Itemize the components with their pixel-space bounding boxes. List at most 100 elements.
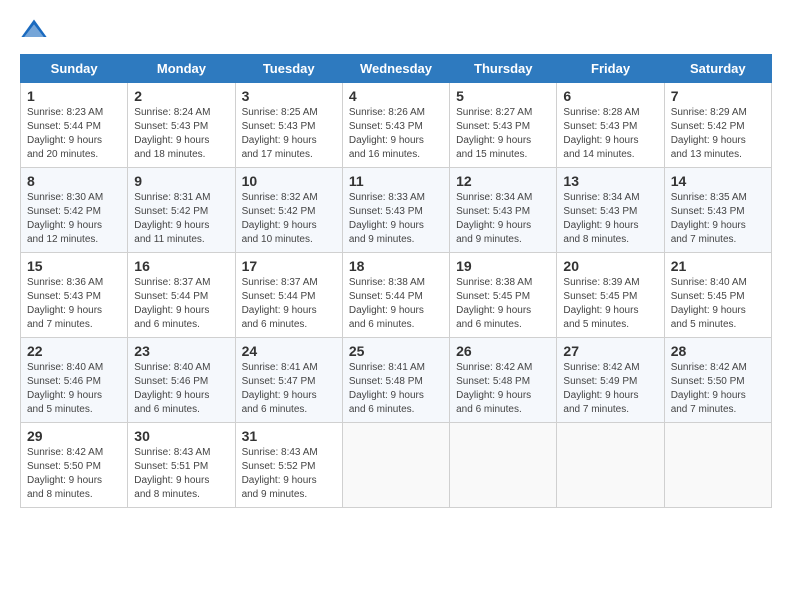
day-number: 11 bbox=[349, 173, 443, 189]
day-number: 5 bbox=[456, 88, 550, 104]
day-number: 9 bbox=[134, 173, 228, 189]
weekday-header-cell: Saturday bbox=[664, 55, 771, 83]
calendar-day-cell: 23 Sunrise: 8:40 AM Sunset: 5:46 PM Dayl… bbox=[128, 338, 235, 423]
calendar-table: SundayMondayTuesdayWednesdayThursdayFrid… bbox=[20, 54, 772, 508]
calendar-day-cell bbox=[557, 423, 664, 508]
day-info: Sunrise: 8:36 AM Sunset: 5:43 PM Dayligh… bbox=[27, 276, 121, 332]
day-number: 17 bbox=[242, 258, 336, 274]
day-number: 12 bbox=[456, 173, 550, 189]
day-number: 2 bbox=[134, 88, 228, 104]
day-number: 13 bbox=[563, 173, 657, 189]
calendar-day-cell: 10 Sunrise: 8:32 AM Sunset: 5:42 PM Dayl… bbox=[235, 168, 342, 253]
calendar-day-cell: 11 Sunrise: 8:33 AM Sunset: 5:43 PM Dayl… bbox=[342, 168, 449, 253]
day-info: Sunrise: 8:30 AM Sunset: 5:42 PM Dayligh… bbox=[27, 191, 121, 247]
calendar-body: 1 Sunrise: 8:23 AM Sunset: 5:44 PM Dayli… bbox=[21, 83, 772, 508]
day-number: 8 bbox=[27, 173, 121, 189]
calendar-day-cell: 19 Sunrise: 8:38 AM Sunset: 5:45 PM Dayl… bbox=[450, 253, 557, 338]
day-number: 14 bbox=[671, 173, 765, 189]
day-info: Sunrise: 8:41 AM Sunset: 5:48 PM Dayligh… bbox=[349, 361, 443, 417]
day-info: Sunrise: 8:34 AM Sunset: 5:43 PM Dayligh… bbox=[456, 191, 550, 247]
day-info: Sunrise: 8:43 AM Sunset: 5:52 PM Dayligh… bbox=[242, 446, 336, 502]
day-info: Sunrise: 8:25 AM Sunset: 5:43 PM Dayligh… bbox=[242, 106, 336, 162]
calendar-day-cell: 15 Sunrise: 8:36 AM Sunset: 5:43 PM Dayl… bbox=[21, 253, 128, 338]
calendar-week-row: 8 Sunrise: 8:30 AM Sunset: 5:42 PM Dayli… bbox=[21, 168, 772, 253]
calendar-day-cell: 25 Sunrise: 8:41 AM Sunset: 5:48 PM Dayl… bbox=[342, 338, 449, 423]
calendar-day-cell: 16 Sunrise: 8:37 AM Sunset: 5:44 PM Dayl… bbox=[128, 253, 235, 338]
day-info: Sunrise: 8:39 AM Sunset: 5:45 PM Dayligh… bbox=[563, 276, 657, 332]
day-number: 21 bbox=[671, 258, 765, 274]
day-number: 16 bbox=[134, 258, 228, 274]
calendar-day-cell: 21 Sunrise: 8:40 AM Sunset: 5:45 PM Dayl… bbox=[664, 253, 771, 338]
calendar-day-cell: 3 Sunrise: 8:25 AM Sunset: 5:43 PM Dayli… bbox=[235, 83, 342, 168]
day-info: Sunrise: 8:42 AM Sunset: 5:48 PM Dayligh… bbox=[456, 361, 550, 417]
weekday-header-cell: Thursday bbox=[450, 55, 557, 83]
day-number: 19 bbox=[456, 258, 550, 274]
day-number: 4 bbox=[349, 88, 443, 104]
weekday-header-cell: Sunday bbox=[21, 55, 128, 83]
calendar-day-cell: 27 Sunrise: 8:42 AM Sunset: 5:49 PM Dayl… bbox=[557, 338, 664, 423]
day-info: Sunrise: 8:34 AM Sunset: 5:43 PM Dayligh… bbox=[563, 191, 657, 247]
day-info: Sunrise: 8:33 AM Sunset: 5:43 PM Dayligh… bbox=[349, 191, 443, 247]
logo bbox=[20, 16, 52, 44]
day-info: Sunrise: 8:40 AM Sunset: 5:46 PM Dayligh… bbox=[134, 361, 228, 417]
day-number: 24 bbox=[242, 343, 336, 359]
day-info: Sunrise: 8:40 AM Sunset: 5:45 PM Dayligh… bbox=[671, 276, 765, 332]
day-info: Sunrise: 8:26 AM Sunset: 5:43 PM Dayligh… bbox=[349, 106, 443, 162]
day-number: 6 bbox=[563, 88, 657, 104]
calendar-day-cell: 20 Sunrise: 8:39 AM Sunset: 5:45 PM Dayl… bbox=[557, 253, 664, 338]
day-number: 29 bbox=[27, 428, 121, 444]
day-info: Sunrise: 8:32 AM Sunset: 5:42 PM Dayligh… bbox=[242, 191, 336, 247]
calendar-week-row: 22 Sunrise: 8:40 AM Sunset: 5:46 PM Dayl… bbox=[21, 338, 772, 423]
day-number: 30 bbox=[134, 428, 228, 444]
calendar-day-cell: 18 Sunrise: 8:38 AM Sunset: 5:44 PM Dayl… bbox=[342, 253, 449, 338]
day-number: 22 bbox=[27, 343, 121, 359]
day-number: 7 bbox=[671, 88, 765, 104]
calendar-day-cell: 14 Sunrise: 8:35 AM Sunset: 5:43 PM Dayl… bbox=[664, 168, 771, 253]
day-info: Sunrise: 8:42 AM Sunset: 5:50 PM Dayligh… bbox=[671, 361, 765, 417]
calendar-day-cell: 30 Sunrise: 8:43 AM Sunset: 5:51 PM Dayl… bbox=[128, 423, 235, 508]
calendar-day-cell: 29 Sunrise: 8:42 AM Sunset: 5:50 PM Dayl… bbox=[21, 423, 128, 508]
calendar-day-cell: 12 Sunrise: 8:34 AM Sunset: 5:43 PM Dayl… bbox=[450, 168, 557, 253]
day-info: Sunrise: 8:29 AM Sunset: 5:42 PM Dayligh… bbox=[671, 106, 765, 162]
logo-icon bbox=[20, 16, 48, 44]
day-info: Sunrise: 8:42 AM Sunset: 5:50 PM Dayligh… bbox=[27, 446, 121, 502]
day-info: Sunrise: 8:41 AM Sunset: 5:47 PM Dayligh… bbox=[242, 361, 336, 417]
day-number: 28 bbox=[671, 343, 765, 359]
header bbox=[20, 16, 772, 44]
weekday-header-cell: Friday bbox=[557, 55, 664, 83]
calendar-day-cell: 31 Sunrise: 8:43 AM Sunset: 5:52 PM Dayl… bbox=[235, 423, 342, 508]
day-number: 20 bbox=[563, 258, 657, 274]
day-number: 1 bbox=[27, 88, 121, 104]
calendar-day-cell: 28 Sunrise: 8:42 AM Sunset: 5:50 PM Dayl… bbox=[664, 338, 771, 423]
day-number: 15 bbox=[27, 258, 121, 274]
calendar-week-row: 15 Sunrise: 8:36 AM Sunset: 5:43 PM Dayl… bbox=[21, 253, 772, 338]
weekday-header-cell: Tuesday bbox=[235, 55, 342, 83]
day-info: Sunrise: 8:43 AM Sunset: 5:51 PM Dayligh… bbox=[134, 446, 228, 502]
day-number: 10 bbox=[242, 173, 336, 189]
calendar-day-cell: 5 Sunrise: 8:27 AM Sunset: 5:43 PM Dayli… bbox=[450, 83, 557, 168]
day-number: 27 bbox=[563, 343, 657, 359]
calendar-day-cell: 24 Sunrise: 8:41 AM Sunset: 5:47 PM Dayl… bbox=[235, 338, 342, 423]
day-info: Sunrise: 8:38 AM Sunset: 5:44 PM Dayligh… bbox=[349, 276, 443, 332]
calendar-day-cell: 22 Sunrise: 8:40 AM Sunset: 5:46 PM Dayl… bbox=[21, 338, 128, 423]
calendar-week-row: 29 Sunrise: 8:42 AM Sunset: 5:50 PM Dayl… bbox=[21, 423, 772, 508]
day-info: Sunrise: 8:24 AM Sunset: 5:43 PM Dayligh… bbox=[134, 106, 228, 162]
day-info: Sunrise: 8:23 AM Sunset: 5:44 PM Dayligh… bbox=[27, 106, 121, 162]
calendar-day-cell: 1 Sunrise: 8:23 AM Sunset: 5:44 PM Dayli… bbox=[21, 83, 128, 168]
calendar-day-cell: 7 Sunrise: 8:29 AM Sunset: 5:42 PM Dayli… bbox=[664, 83, 771, 168]
weekday-header-cell: Monday bbox=[128, 55, 235, 83]
calendar-day-cell: 4 Sunrise: 8:26 AM Sunset: 5:43 PM Dayli… bbox=[342, 83, 449, 168]
calendar-day-cell: 6 Sunrise: 8:28 AM Sunset: 5:43 PM Dayli… bbox=[557, 83, 664, 168]
calendar-day-cell: 2 Sunrise: 8:24 AM Sunset: 5:43 PM Dayli… bbox=[128, 83, 235, 168]
day-number: 25 bbox=[349, 343, 443, 359]
calendar-week-row: 1 Sunrise: 8:23 AM Sunset: 5:44 PM Dayli… bbox=[21, 83, 772, 168]
day-info: Sunrise: 8:37 AM Sunset: 5:44 PM Dayligh… bbox=[242, 276, 336, 332]
calendar-day-cell: 26 Sunrise: 8:42 AM Sunset: 5:48 PM Dayl… bbox=[450, 338, 557, 423]
day-info: Sunrise: 8:42 AM Sunset: 5:49 PM Dayligh… bbox=[563, 361, 657, 417]
calendar-day-cell: 9 Sunrise: 8:31 AM Sunset: 5:42 PM Dayli… bbox=[128, 168, 235, 253]
day-info: Sunrise: 8:28 AM Sunset: 5:43 PM Dayligh… bbox=[563, 106, 657, 162]
day-info: Sunrise: 8:35 AM Sunset: 5:43 PM Dayligh… bbox=[671, 191, 765, 247]
day-info: Sunrise: 8:38 AM Sunset: 5:45 PM Dayligh… bbox=[456, 276, 550, 332]
calendar-day-cell bbox=[664, 423, 771, 508]
day-number: 18 bbox=[349, 258, 443, 274]
